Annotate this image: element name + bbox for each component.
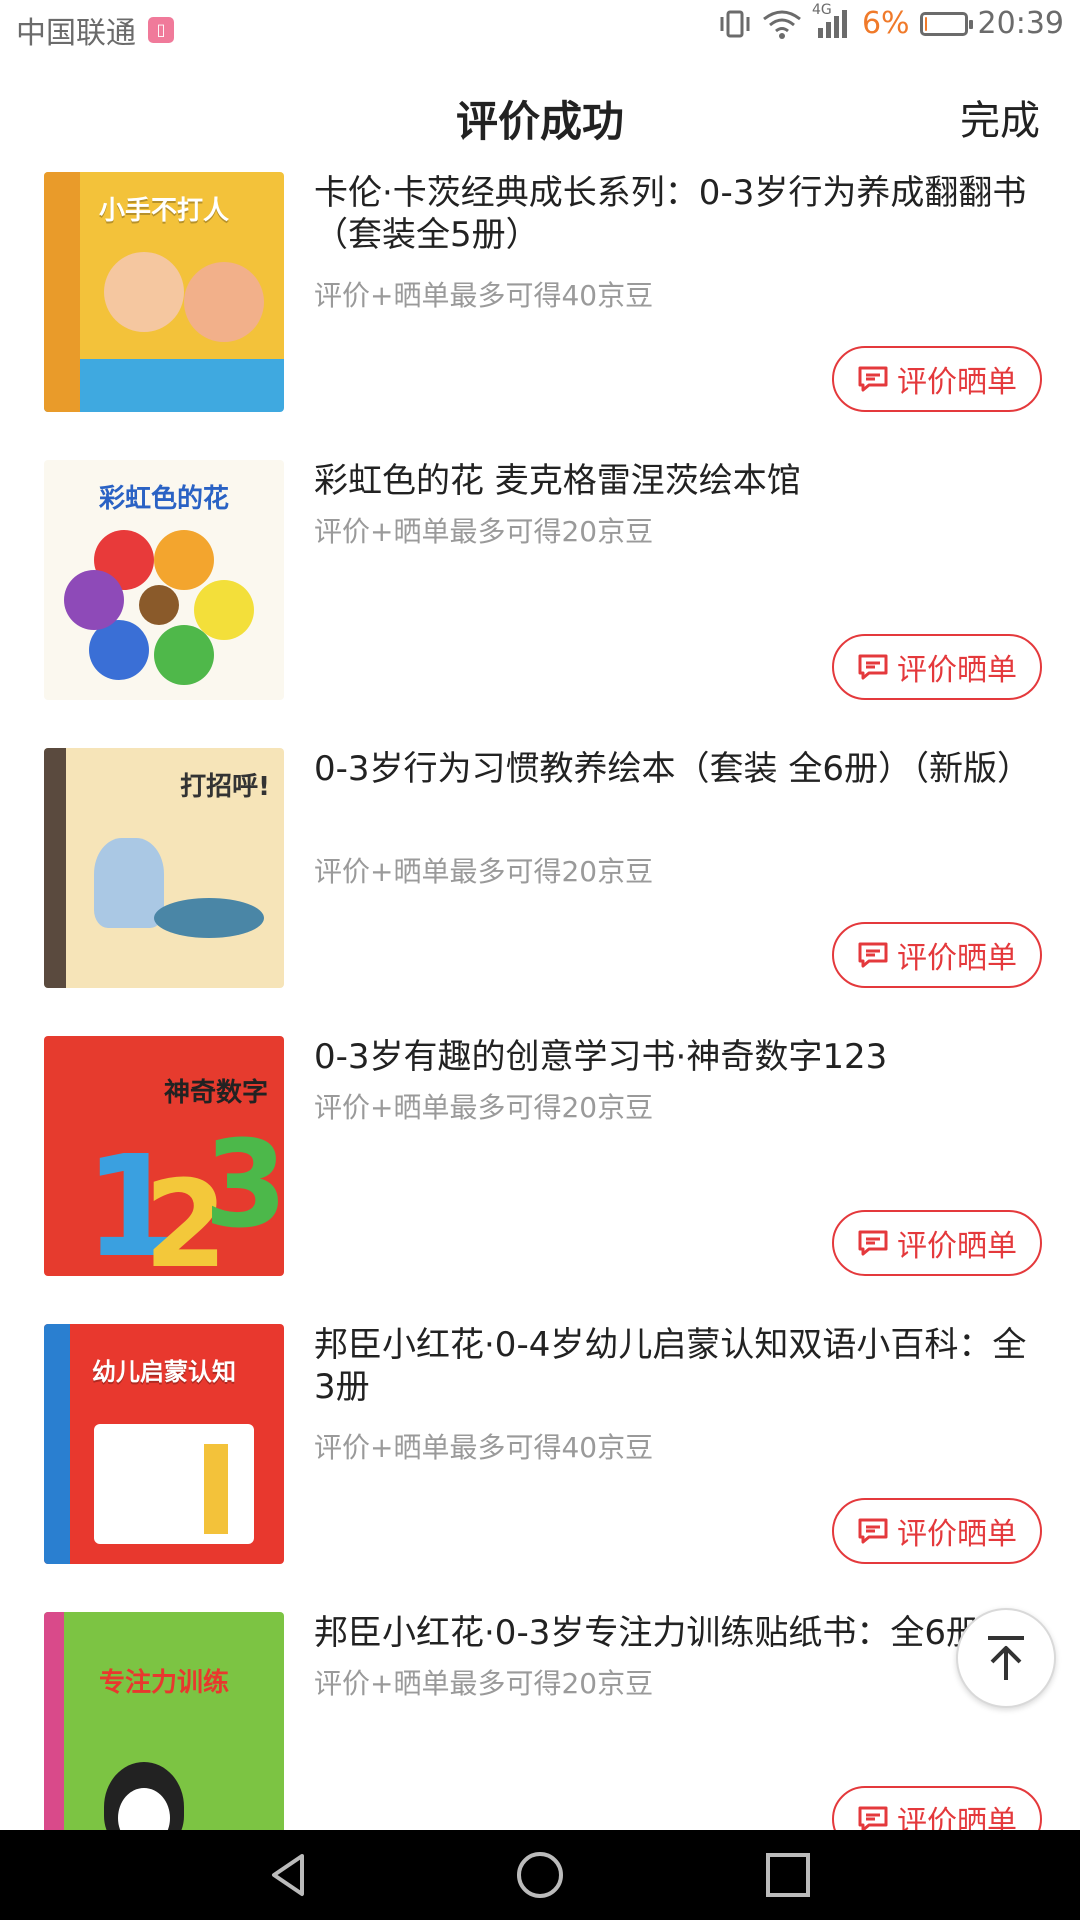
arrow-up-icon xyxy=(988,1636,1024,1680)
review-button[interactable]: 评价晒单 xyxy=(832,922,1042,988)
review-button-label: 评价晒单 xyxy=(897,365,1017,400)
product-name[interactable]: 邦臣小红花·0-4岁幼儿启蒙认知双语小百科：全3册 xyxy=(314,1324,1040,1408)
product-cover[interactable]: 专注力训练 xyxy=(44,1612,284,1852)
status-bar: 中国联通 ▯ 4G 6% 20:39 xyxy=(0,0,1080,52)
cover-title: 彩虹色的花 xyxy=(98,484,229,514)
message-icon xyxy=(858,654,888,680)
product-name[interactable]: 0-3岁有趣的创意学习书·神奇数字123 xyxy=(314,1036,1040,1078)
product-cover[interactable]: 神奇数字 1 2 3 xyxy=(44,1036,284,1276)
back-to-top-button[interactable] xyxy=(956,1608,1056,1708)
reward-text: 评价+晒单最多可得20京豆 xyxy=(314,515,654,548)
reward-text: 评价+晒单最多可得40京豆 xyxy=(314,279,654,312)
review-button-label: 评价晒单 xyxy=(897,941,1017,976)
reward-text: 评价+晒单最多可得40京豆 xyxy=(314,1431,654,1464)
review-button[interactable]: 评价晒单 xyxy=(832,1498,1042,1564)
reward-text: 评价+晒单最多可得20京豆 xyxy=(314,1667,654,1700)
message-icon xyxy=(858,1518,888,1544)
product-cover[interactable]: 打招呼! xyxy=(44,748,284,988)
review-button-label: 评价晒单 xyxy=(897,1517,1017,1552)
product-name[interactable]: 0-3岁行为习惯教养绘本（套装 全6册）（新版） xyxy=(314,748,1040,790)
wifi-icon xyxy=(763,10,801,39)
reward-text: 评价+晒单最多可得20京豆 xyxy=(314,855,654,888)
product-cover[interactable]: 幼儿启蒙认知 xyxy=(44,1324,284,1564)
carrier-group: 中国联通 ▯ xyxy=(16,8,174,52)
clock: 20:39 xyxy=(977,6,1064,41)
message-icon xyxy=(858,942,888,968)
cover-title: 小手不打人 xyxy=(98,196,229,226)
list-item: 幼儿启蒙认知 邦臣小红花·0-4岁幼儿启蒙认知双语小百科：全3册 评价+晒单最多… xyxy=(0,1312,1080,1600)
system-nav-bar xyxy=(0,1830,1080,1920)
list-item: 神奇数字 1 2 3 0-3岁有趣的创意学习书·神奇数字123 评价+晒单最多可… xyxy=(0,1024,1080,1312)
back-icon[interactable] xyxy=(262,1850,322,1900)
carrier-name: 中国联通 xyxy=(16,16,136,51)
battery-icon xyxy=(919,11,973,36)
list-item: 打招呼! 0-3岁行为习惯教养绘本（套装 全6册）（新版） 评价+晒单最多可得2… xyxy=(0,736,1080,1024)
review-button[interactable]: 评价晒单 xyxy=(832,634,1042,700)
done-button[interactable]: 完成 xyxy=(960,88,1040,146)
reward-text: 评价+晒单最多可得20京豆 xyxy=(314,1091,654,1124)
cover-title: 专注力训练 xyxy=(98,1668,229,1698)
status-right: 4G 6% 20:39 xyxy=(718,2,1064,41)
review-button[interactable]: 评价晒单 xyxy=(832,346,1042,412)
product-name[interactable]: 彩虹色的花 麦克格雷涅茨绘本馆 xyxy=(314,460,1040,502)
product-cover[interactable]: 彩虹色的花 xyxy=(44,460,284,700)
product-cover[interactable]: 小手不打人 xyxy=(44,172,284,412)
message-icon xyxy=(858,1806,888,1832)
cellular-icon: 4G xyxy=(812,2,852,40)
page-title: 评价成功 xyxy=(455,97,624,146)
cover-title: 神奇数字 xyxy=(163,1078,268,1108)
message-icon xyxy=(858,366,888,392)
product-name[interactable]: 卡伦·卡茨经典成长系列：0-3岁行为养成翻翻书（套装全5册） xyxy=(314,172,1040,256)
product-name[interactable]: 邦臣小红花·0-3岁专注力训练贴纸书：全6册 xyxy=(314,1612,1040,1654)
message-icon xyxy=(858,1230,888,1256)
list-item: 彩虹色的花 彩虹色的花 麦克格雷涅茨绘本馆 评价+晒单最多可得20京豆 评价晒单 xyxy=(0,448,1080,736)
review-button-label: 评价晒单 xyxy=(897,653,1017,688)
cover-title: 幼儿启蒙认知 xyxy=(92,1358,236,1386)
cover-title: 打招呼! xyxy=(180,772,270,802)
vibrate-icon xyxy=(720,10,750,37)
list-item: 小手不打人 卡伦·卡茨经典成长系列：0-3岁行为养成翻翻书（套装全5册） 评价+… xyxy=(0,160,1080,448)
review-button[interactable]: 评价晒单 xyxy=(832,1210,1042,1276)
header: 评价成功 完成 xyxy=(0,60,1080,160)
sim-icon: ▯ xyxy=(148,17,174,43)
battery-percent: 6% xyxy=(861,6,910,41)
review-button-label: 评价晒单 xyxy=(897,1229,1017,1264)
recents-icon[interactable] xyxy=(758,1850,818,1900)
home-icon[interactable] xyxy=(510,1850,570,1900)
